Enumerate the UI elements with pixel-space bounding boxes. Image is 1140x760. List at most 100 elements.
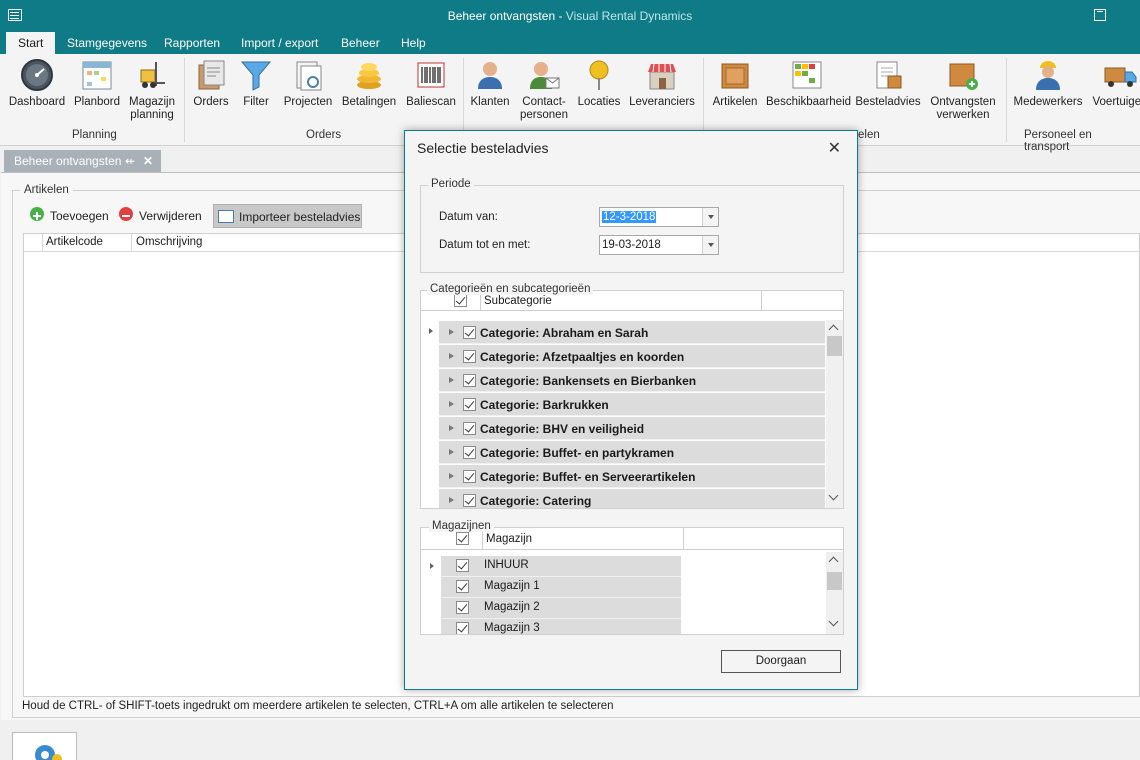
- contactpersonen-label: Contact- personen: [520, 96, 568, 121]
- category-row[interactable]: Categorie: Abraham en Sarah: [439, 321, 825, 344]
- artikelen-button[interactable]: Artikelen: [710, 58, 760, 109]
- pin-icon[interactable]: ⇷: [125, 150, 135, 172]
- remove-button[interactable]: Verwijderen: [119, 204, 202, 228]
- restore-window-button[interactable]: [1094, 9, 1106, 21]
- window-title-text: Beheer ontvangsten: [447, 9, 556, 23]
- contactpersonen-button[interactable]: Contact- personen: [516, 58, 572, 122]
- scroll-up-icon[interactable]: [828, 556, 839, 567]
- expand-icon[interactable]: [449, 473, 454, 479]
- app-name: Visual Rental Dynamics: [565, 9, 693, 23]
- row-checkbox[interactable]: [456, 580, 469, 593]
- warehouse-row[interactable]: Magazijn 1: [441, 577, 681, 598]
- date-from-input[interactable]: 12-3-2018: [599, 207, 719, 227]
- leveranciers-button[interactable]: Leveranciers: [628, 58, 696, 109]
- filter-button[interactable]: Filter: [238, 58, 274, 109]
- planbord-button[interactable]: Planbord: [70, 58, 124, 109]
- row-checkbox[interactable]: [463, 326, 476, 339]
- klanten-button[interactable]: Klanten: [468, 58, 512, 109]
- category-row[interactable]: Categorie: Bankensets en Bierbanken: [439, 369, 825, 392]
- row-checkbox[interactable]: [456, 601, 469, 614]
- scroll-down-icon[interactable]: [828, 490, 839, 501]
- warehouse-row[interactable]: INHUUR: [441, 556, 681, 577]
- warehouse-row[interactable]: Magazijn 2: [441, 598, 681, 619]
- row-checkbox[interactable]: [463, 398, 476, 411]
- menu-import-export[interactable]: Import / export: [241, 32, 318, 54]
- dashboard-icon: [21, 59, 53, 91]
- category-row[interactable]: Categorie: Barkrukken: [439, 393, 825, 416]
- expand-icon[interactable]: [449, 401, 454, 407]
- category-row[interactable]: Categorie: Buffet- en Serveerartikelen: [439, 465, 825, 488]
- beschikbaarheid-button[interactable]: Beschikbaarheid: [766, 58, 851, 109]
- warehouses-scrollbar[interactable]: [826, 552, 843, 634]
- menu-stamgegevens[interactable]: Stamgegevens: [67, 32, 147, 54]
- categories-grid[interactable]: Subcategorie Categorie: Abraham en Sarah…: [420, 290, 844, 509]
- import-besteladvies-button[interactable]: Importeer besteladvies: [213, 204, 362, 228]
- date-to-value: 19-03-2018: [602, 239, 661, 251]
- voertuigen-button[interactable]: Voertuigen: [1088, 58, 1140, 109]
- warehouse-name: Magazijn 3: [484, 622, 540, 634]
- category-row[interactable]: Categorie: Catering: [439, 489, 825, 508]
- category-row[interactable]: Categorie: Afzetpaaltjes en koorden: [439, 345, 825, 368]
- categories-select-all-checkbox[interactable]: [454, 294, 467, 307]
- projecten-label: Projecten: [283, 96, 333, 108]
- scroll-down-icon[interactable]: [828, 616, 839, 627]
- row-checkbox[interactable]: [463, 470, 476, 483]
- betalingen-button[interactable]: Betalingen: [340, 58, 398, 109]
- column-magazijn[interactable]: Magazijn: [486, 533, 532, 545]
- date-to-input[interactable]: 19-03-2018: [599, 235, 719, 255]
- close-icon[interactable]: ✕: [143, 150, 153, 172]
- expand-icon[interactable]: [449, 377, 454, 383]
- locaties-button[interactable]: Locaties: [576, 58, 622, 109]
- column-omschrijving[interactable]: Omschrijving: [136, 236, 202, 248]
- category-row[interactable]: Categorie: Buffet- en partykramen: [439, 441, 825, 464]
- category-name: Categorie: Bankensets en Bierbanken: [480, 374, 697, 388]
- row-checkbox[interactable]: [463, 350, 476, 363]
- betalingen-label: Betalingen: [341, 96, 397, 108]
- row-checkbox[interactable]: [456, 559, 469, 572]
- tab-label: Beheer ontvangsten: [14, 154, 122, 168]
- group-planning-label: Planning: [72, 129, 117, 141]
- scroll-up-icon[interactable]: [828, 324, 839, 335]
- column-artikelcode[interactable]: Artikelcode: [46, 236, 103, 248]
- chevron-down-icon[interactable]: [702, 236, 718, 254]
- doorgaan-button[interactable]: Doorgaan: [721, 650, 841, 673]
- besteladvies-button[interactable]: Besteladvies: [854, 58, 922, 109]
- categories-scrollbar[interactable]: [826, 320, 843, 508]
- row-checkbox[interactable]: [456, 622, 469, 634]
- baliescan-button[interactable]: Baliescan: [404, 58, 458, 109]
- row-checkbox[interactable]: [463, 374, 476, 387]
- warehouses-select-all-checkbox[interactable]: [456, 532, 469, 545]
- scroll-thumb[interactable]: [827, 572, 842, 590]
- ontvangsten-verwerken-button[interactable]: Ontvangsten verwerken: [926, 58, 1000, 122]
- medewerkers-button[interactable]: Medewerkers: [1012, 58, 1084, 109]
- tab-beheer-ontvangsten[interactable]: Beheer ontvangsten ⇷ ✕: [4, 150, 161, 172]
- category-row[interactable]: Categorie: BHV en veiligheid: [439, 417, 825, 440]
- row-checkbox[interactable]: [463, 446, 476, 459]
- dashboard-button[interactable]: Dashboard: [8, 58, 66, 109]
- expand-icon[interactable]: [449, 329, 454, 335]
- warehouses-grid[interactable]: Magazijn INHUUR Magazijn 1 Magazijn 2 Ma…: [420, 527, 844, 635]
- customer-icon: [478, 62, 502, 89]
- menu-help[interactable]: Help: [401, 32, 426, 54]
- add-button[interactable]: Toevoegen: [30, 204, 109, 228]
- menu-beheer[interactable]: Beheer: [341, 32, 380, 54]
- chevron-down-icon[interactable]: [702, 208, 718, 226]
- settings-button[interactable]: [12, 732, 77, 760]
- menu-start[interactable]: Start: [6, 32, 56, 54]
- scroll-thumb[interactable]: [827, 336, 842, 356]
- menu-rapporten[interactable]: Rapporten: [164, 32, 220, 54]
- row-checkbox[interactable]: [463, 494, 476, 507]
- medewerkers-label: Medewerkers: [1013, 96, 1083, 108]
- row-checkbox[interactable]: [463, 422, 476, 435]
- orders-button[interactable]: Orders: [190, 58, 232, 109]
- add-label: Toevoegen: [50, 209, 109, 223]
- column-subcategorie[interactable]: Subcategorie: [484, 295, 552, 307]
- expand-icon[interactable]: [449, 497, 454, 503]
- expand-icon[interactable]: [449, 425, 454, 431]
- expand-icon[interactable]: [449, 353, 454, 359]
- magazijn-planning-button[interactable]: Magazijn planning: [126, 58, 178, 122]
- projecten-button[interactable]: Projecten: [280, 58, 336, 109]
- warehouse-row[interactable]: Magazijn 3: [441, 619, 681, 634]
- dialog-close-icon[interactable]: ✕: [828, 138, 841, 158]
- expand-icon[interactable]: [449, 449, 454, 455]
